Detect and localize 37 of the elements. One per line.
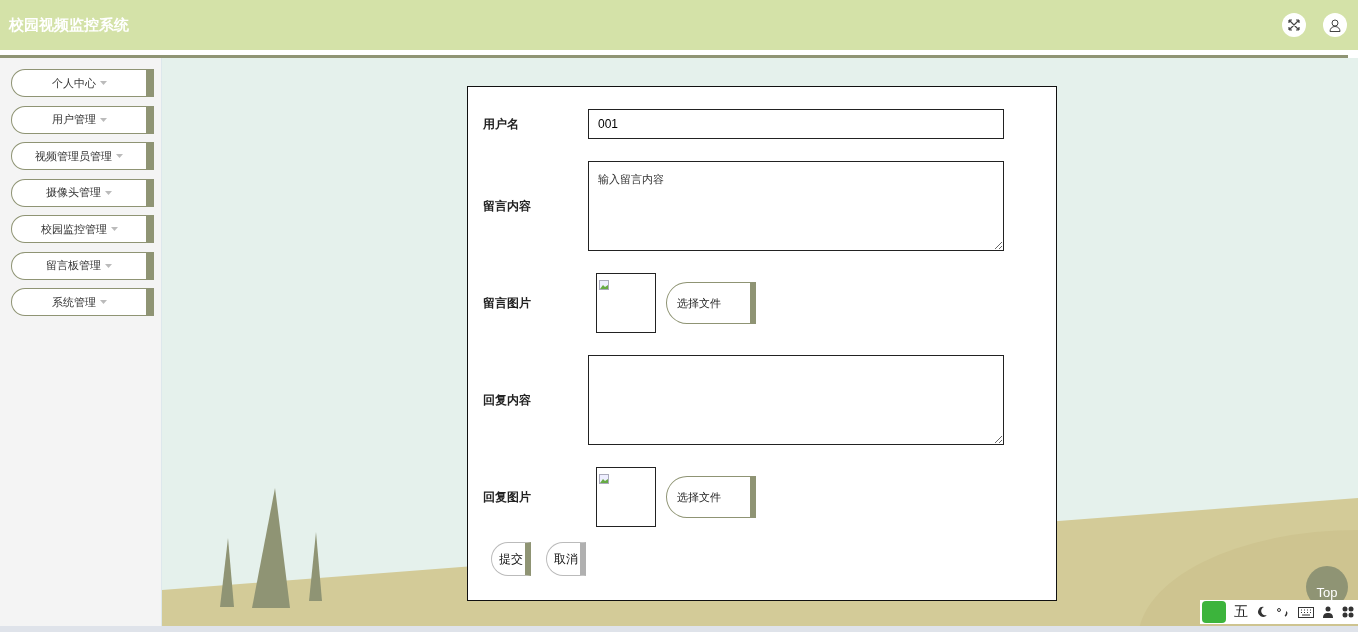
person-icon[interactable] bbox=[1322, 606, 1334, 618]
caret-icon bbox=[99, 117, 107, 122]
broken-image-icon bbox=[599, 474, 609, 484]
choose-file-button[interactable]: 选择文件 bbox=[666, 476, 756, 518]
fullscreen-icon[interactable] bbox=[1282, 13, 1306, 37]
caret-icon bbox=[105, 190, 112, 195]
caret-icon bbox=[116, 154, 123, 158]
field-label: 留言图片 bbox=[483, 294, 532, 312]
sidebar-item[interactable]: 摄像头管理 bbox=[11, 178, 154, 207]
input-mode-label[interactable]: 五 bbox=[1234, 603, 1248, 621]
input-field[interactable]: 001 bbox=[588, 109, 1004, 139]
sidebar-item[interactable]: 留言板管理 bbox=[11, 251, 154, 280]
caret-icon bbox=[105, 263, 112, 268]
sidebar-item[interactable]: 系统管理 bbox=[11, 288, 154, 316]
moon-icon[interactable] bbox=[1256, 606, 1268, 618]
text-area[interactable] bbox=[588, 355, 1004, 445]
grid-icon[interactable] bbox=[1342, 606, 1354, 618]
text-area[interactable]: 输入留言内容 bbox=[588, 161, 1004, 251]
form-button[interactable]: 提交 bbox=[491, 542, 531, 576]
sidebar-item[interactable]: 视频管理员管理 bbox=[11, 142, 154, 170]
caret-icon bbox=[110, 227, 118, 231]
sidebar-item[interactable]: 个人中心 bbox=[11, 69, 154, 97]
field-label: 用户名 bbox=[483, 115, 520, 133]
app-title: 校园视频监控系统 bbox=[9, 15, 129, 35]
field-label: 回复图片 bbox=[483, 488, 532, 506]
field-label: 回复内容 bbox=[483, 391, 532, 409]
punctuation-icon[interactable] bbox=[1276, 606, 1290, 618]
caret-icon bbox=[99, 300, 107, 304]
field-label: 留言内容 bbox=[483, 197, 532, 215]
sidebar-item[interactable]: 校园监控管理 bbox=[11, 215, 154, 243]
form-button[interactable]: 取消 bbox=[546, 542, 586, 576]
user-icon[interactable] bbox=[1323, 13, 1347, 37]
keyboard-icon[interactable] bbox=[1298, 606, 1314, 618]
caret-icon bbox=[99, 81, 107, 85]
sidebar-item[interactable]: 用户管理 bbox=[11, 105, 154, 134]
broken-image-icon bbox=[599, 280, 609, 290]
choose-file-button[interactable]: 选择文件 bbox=[666, 282, 756, 324]
